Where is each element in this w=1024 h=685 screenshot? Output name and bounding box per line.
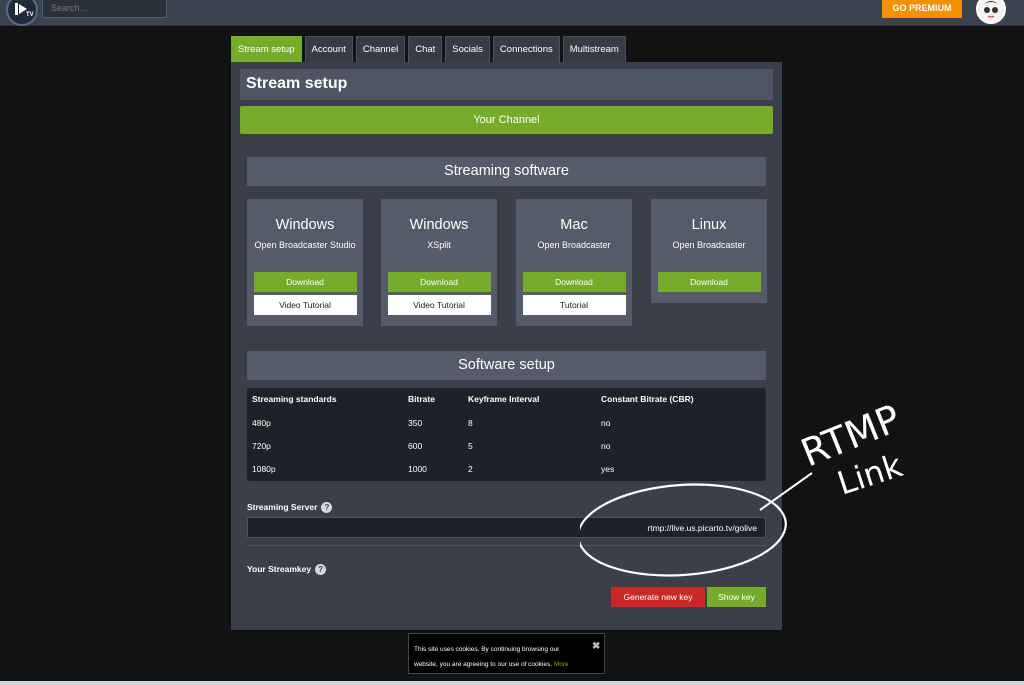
card-software-name: Open Broadcaster Studio <box>254 240 356 250</box>
tab-stream-setup[interactable]: Stream setup <box>231 36 302 62</box>
help-icon[interactable]: ? <box>321 502 333 514</box>
table-cell: 1080p <box>252 464 276 474</box>
cookie-text: This site uses cookies. By continuing br… <box>414 646 560 668</box>
rtmp-link-annotation: RTMP Link <box>580 396 907 577</box>
settings-tabs: Stream setup Account Channel Chat Social… <box>231 36 626 62</box>
table-cell: 2 <box>468 464 473 474</box>
tab-socials[interactable]: Socials <box>445 36 490 62</box>
cookie-more-link[interactable]: More <box>554 661 569 668</box>
video-tutorial-button[interactable]: Video Tutorial <box>387 295 491 315</box>
column-header: Streaming standards <box>252 394 337 404</box>
table-cell: 600 <box>408 441 423 451</box>
page-title: Stream setup <box>240 69 773 100</box>
software-card-linux-obs: Linux Open Broadcaster Download <box>651 199 767 303</box>
streamkey-label-text: Your Streamkey <box>247 564 312 574</box>
tab-multistream[interactable]: Multistream <box>562 36 626 62</box>
streaming-software-heading: Streaming software <box>247 157 766 186</box>
table-cell: 720p <box>252 441 271 451</box>
top-navigation-bar: TV GO PREMIUM <box>0 0 1024 26</box>
streamkey-label: Your Streamkey? <box>247 564 327 576</box>
card-os-title: Windows <box>275 217 335 233</box>
table-cell: 350 <box>408 418 423 428</box>
table-cell: 480p <box>252 418 271 428</box>
bottom-scrollbar-edge <box>0 681 1024 685</box>
cookie-notice: This site uses cookies. By continuing br… <box>408 633 605 674</box>
user-avatar[interactable] <box>976 0 1006 24</box>
video-tutorial-button[interactable]: Video Tutorial <box>253 295 357 315</box>
software-card-windows-xsplit: Windows XSplit Download Video Tutorial <box>381 199 497 326</box>
card-software-name: XSplit <box>427 240 451 250</box>
table-cell: 8 <box>468 418 473 428</box>
card-software-name: Open Broadcaster <box>672 240 746 250</box>
go-premium-button[interactable]: GO PREMIUM <box>882 0 962 18</box>
avatar-face-icon <box>978 0 1004 22</box>
card-os-title: Mac <box>560 217 588 233</box>
table-cell: 5 <box>468 441 473 451</box>
tab-connections[interactable]: Connections <box>492 36 560 62</box>
download-button[interactable]: Download <box>657 272 761 292</box>
close-icon[interactable]: ✖ <box>592 639 600 654</box>
column-header: Bitrate <box>408 394 435 404</box>
card-os-title: Windows <box>409 217 469 233</box>
download-button[interactable]: Download <box>522 272 626 292</box>
card-software-name: Open Broadcaster <box>537 240 611 250</box>
streaming-server-label: Streaming Server? <box>247 502 333 514</box>
tab-channel[interactable]: Channel <box>355 36 406 62</box>
tutorial-button[interactable]: Tutorial <box>522 295 626 315</box>
software-card-mac-obs: Mac Open Broadcaster Download Tutorial <box>516 199 632 326</box>
tab-account[interactable]: Account <box>304 36 353 62</box>
software-card-windows-obs: Windows Open Broadcaster Studio Download… <box>247 199 363 326</box>
generate-new-key-button[interactable]: Generate new key <box>611 587 705 607</box>
annotation-circle <box>580 483 787 577</box>
picarto-logo-icon[interactable]: TV <box>6 0 38 26</box>
logo-tv-text: TV <box>26 12 34 18</box>
download-button[interactable]: Download <box>387 272 491 292</box>
table-cell: 1000 <box>408 464 427 474</box>
tab-chat[interactable]: Chat <box>408 36 443 62</box>
card-os-title: Linux <box>691 217 727 233</box>
show-key-button[interactable]: Show key <box>707 587 766 607</box>
search-input[interactable] <box>42 0 167 18</box>
download-button[interactable]: Download <box>253 272 357 292</box>
column-header: Keyframe Interval <box>468 394 540 404</box>
streaming-server-label-text: Streaming Server <box>247 502 318 512</box>
annotation-arrow-line <box>759 472 813 511</box>
your-channel-button[interactable]: Your Channel <box>240 106 773 134</box>
help-icon[interactable]: ? <box>315 564 327 576</box>
